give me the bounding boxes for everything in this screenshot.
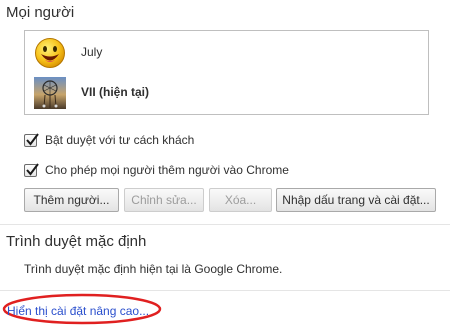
checkmark-icon <box>26 132 39 146</box>
section-divider <box>0 224 450 225</box>
checkmark-icon <box>26 162 39 176</box>
add-person-button[interactable]: Thêm người... <box>24 188 119 212</box>
guest-browsing-label: Bật duyệt với tư cách khách <box>45 133 195 147</box>
allow-add-people-label: Cho phép mọi người thêm người vào Chrome <box>45 163 289 177</box>
people-section-title: Mọi người <box>6 4 75 21</box>
allow-add-people-checkbox[interactable] <box>24 162 39 177</box>
section-divider <box>0 290 450 291</box>
delete-person-button[interactable]: Xóa... <box>209 188 272 212</box>
show-advanced-settings-link[interactable]: Hiển thị cài đặt nâng cao... <box>7 304 149 318</box>
guest-browsing-option[interactable]: Bật duyệt với tư cách khách <box>24 131 194 149</box>
profile-name: VII (hiện tại) <box>81 85 150 99</box>
profile-name: July <box>81 45 103 59</box>
edit-person-button[interactable]: Chỉnh sửa... <box>124 188 204 212</box>
profile-item-current[interactable]: VII (hiện tại) <box>25 73 428 113</box>
smiley-face-icon <box>35 38 65 68</box>
import-bookmarks-button[interactable]: Nhập dấu trang và cài đặt... <box>276 188 436 212</box>
dreamcatcher-photo-avatar <box>34 77 66 109</box>
guest-browsing-checkbox[interactable] <box>24 132 39 147</box>
allow-add-people-option[interactable]: Cho phép mọi người thêm người vào Chrome <box>24 161 289 179</box>
profile-list: July VII (hiện tại) <box>24 30 429 115</box>
default-browser-title: Trình duyệt mặc định <box>6 233 147 250</box>
profile-item-july[interactable]: July <box>25 33 428 73</box>
default-browser-status: Trình duyệt mặc định hiện tại là Google … <box>24 262 283 276</box>
